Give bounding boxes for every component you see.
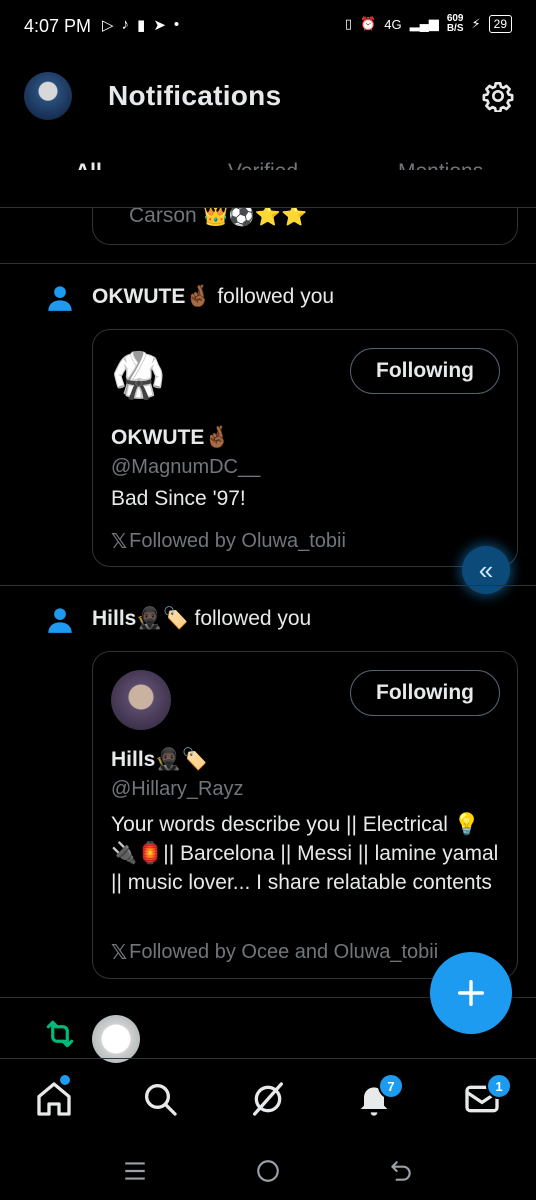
status-time: 4:07 PM bbox=[24, 16, 92, 36]
plus-icon bbox=[457, 979, 485, 1007]
home-circle-icon[interactable] bbox=[255, 1158, 281, 1184]
page-title: Notifications bbox=[108, 80, 282, 111]
settings-gear-icon[interactable] bbox=[482, 80, 514, 112]
retweeter-avatar[interactable] bbox=[92, 1015, 140, 1063]
notification-actor[interactable]: Hills🥷🏿🏷️ bbox=[92, 607, 189, 630]
compose-button[interactable] bbox=[430, 952, 512, 1034]
partial-card-mask bbox=[0, 170, 536, 208]
messages-badge: 1 bbox=[486, 1073, 512, 1099]
following-button[interactable]: Following bbox=[350, 348, 500, 394]
notification-divider bbox=[0, 585, 536, 586]
speed-indicator: 609 B/S bbox=[447, 14, 464, 34]
cup-icon: ▮ bbox=[137, 17, 146, 34]
user-avatar[interactable] bbox=[111, 670, 171, 730]
user-card[interactable]: 🥋 Following OKWUTE🤞🏾 @MagnumDC__ Bad Sin… bbox=[92, 329, 518, 567]
nav-search[interactable] bbox=[140, 1079, 180, 1119]
network-type: 4G bbox=[384, 16, 402, 32]
nav-grok[interactable] bbox=[248, 1079, 288, 1119]
user-avatar[interactable]: 🥋 bbox=[111, 346, 166, 406]
scroll-to-top-button[interactable]: « bbox=[462, 546, 510, 594]
notifications-badge: 7 bbox=[378, 1073, 404, 1099]
home-icon bbox=[37, 1082, 71, 1116]
notification-action: followed you bbox=[194, 607, 312, 630]
app-notification-icon: ▷ bbox=[102, 17, 114, 34]
tiktok-icon: ♪ bbox=[121, 16, 130, 33]
system-navigation bbox=[0, 1142, 536, 1200]
user-handle[interactable]: @Hillary_Rayz bbox=[111, 778, 244, 801]
status-right-icons: ▯ ⏰ 4G ▂▄▆ 609 B/S ⚡ 29 bbox=[345, 14, 512, 34]
person-icon bbox=[48, 286, 72, 311]
user-name[interactable]: OKWUTE🤞🏾 bbox=[111, 426, 230, 450]
followed-by-line: 𝕏 Followed by Ocee and Oluwa_tobii bbox=[111, 940, 438, 965]
notification-text[interactable]: OKWUTE🤞🏾 followed you bbox=[92, 285, 334, 309]
following-button[interactable]: Following bbox=[350, 670, 500, 716]
recent-apps-icon[interactable] bbox=[122, 1158, 148, 1184]
user-bio: Your words describe you || Electrical 💡🔌… bbox=[111, 813, 499, 894]
bottom-navigation: 7 1 bbox=[0, 1058, 536, 1143]
profile-avatar[interactable] bbox=[24, 72, 72, 120]
back-icon[interactable] bbox=[388, 1158, 414, 1184]
x-logo-icon: 𝕏 bbox=[111, 531, 128, 553]
status-left-icons: ▷ ♪ ▮ ➤ • bbox=[102, 16, 179, 34]
user-bio: Bad Since '97! bbox=[111, 487, 246, 510]
notification-actor[interactable]: OKWUTE🤞🏾 bbox=[92, 285, 211, 308]
nav-home[interactable] bbox=[34, 1075, 74, 1119]
status-bar: 4:07 PM ▷ ♪ ▮ ➤ • ▯ ⏰ 4G ▂▄▆ 609 B/S ⚡ 2… bbox=[0, 0, 536, 56]
followed-by-text: Followed by Oluwa_tobii bbox=[129, 530, 346, 552]
user-card[interactable]: Following Hills🥷🏿🏷️ @Hillary_Rayz Your w… bbox=[92, 651, 518, 979]
notification-action: followed you bbox=[217, 285, 335, 308]
dot-icon: • bbox=[173, 16, 180, 33]
user-name[interactable]: Hills🥷🏿🏷️ bbox=[111, 748, 208, 772]
double-chevron-left-icon: « bbox=[478, 554, 494, 585]
search-icon bbox=[145, 1084, 177, 1116]
person-icon bbox=[48, 608, 72, 633]
battery-level: 29 bbox=[488, 15, 512, 33]
grok-icon bbox=[253, 1082, 283, 1116]
nav-notifications[interactable]: 7 bbox=[354, 1073, 404, 1119]
charging-icon: ⚡ bbox=[471, 16, 481, 31]
alarm-icon: ⏰ bbox=[360, 16, 377, 31]
user-handle[interactable]: @MagnumDC__ bbox=[111, 456, 260, 479]
x-logo-icon: 𝕏 bbox=[111, 942, 128, 964]
vibrate-icon: ▯ bbox=[344, 16, 353, 31]
tabs-divider-2 bbox=[0, 207, 536, 208]
retweet-icon bbox=[46, 1020, 74, 1048]
notification-text[interactable]: Hills🥷🏿🏷️ followed you bbox=[92, 607, 311, 631]
nav-messages[interactable]: 1 bbox=[462, 1073, 512, 1119]
notification-divider bbox=[0, 263, 536, 264]
signal-icon: ▂▄▆ bbox=[409, 16, 439, 31]
home-unread-dot bbox=[60, 1075, 70, 1085]
speed-unit: B/S bbox=[446, 23, 464, 34]
telegram-icon: ➤ bbox=[153, 17, 166, 34]
followed-by-text: Followed by Ocee and Oluwa_tobii bbox=[129, 941, 439, 963]
followed-by-line: 𝕏 Followed by Oluwa_tobii bbox=[111, 529, 346, 554]
